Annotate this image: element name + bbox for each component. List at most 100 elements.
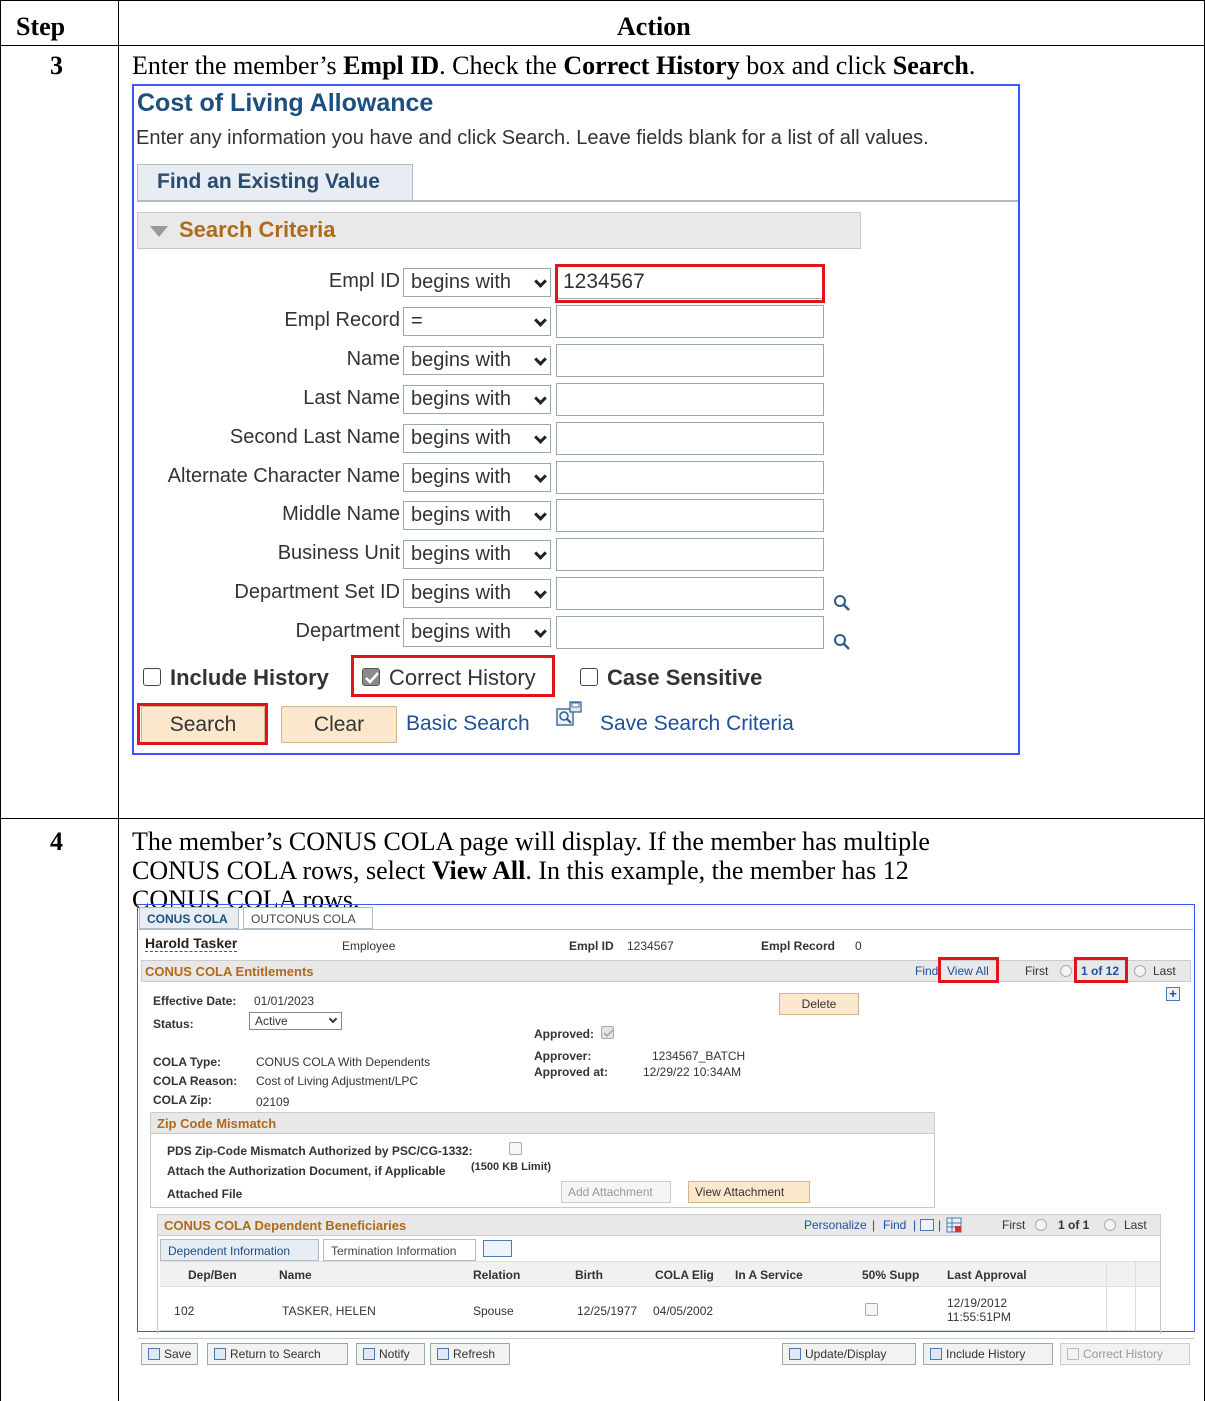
lookup-icon[interactable] [833, 633, 850, 650]
operator-select-value: begins with [411, 621, 512, 643]
next-arrow-icon[interactable] [1134, 965, 1146, 977]
highlight-row-count [1074, 957, 1128, 983]
step-number: 3 [50, 51, 63, 80]
field-input[interactable] [556, 577, 824, 610]
grid-find-link[interactable]: Find [883, 1218, 906, 1232]
grid-next-arrow-icon[interactable] [1104, 1219, 1116, 1231]
grid-row-count: 1 of 1 [1058, 1218, 1090, 1232]
grid-prev-arrow-icon[interactable] [1035, 1219, 1047, 1231]
highlight-correct-history [351, 655, 555, 697]
find-link[interactable]: Find [915, 964, 938, 978]
show-all-columns-icon[interactable] [483, 1240, 512, 1257]
field-input[interactable] [556, 422, 824, 455]
tab-find-existing-value[interactable]: Find an Existing Value [137, 164, 413, 201]
operator-select[interactable]: begins with [403, 579, 551, 608]
tab-dependent-information[interactable]: Dependent Information [160, 1239, 319, 1261]
clear-button[interactable]: Clear [281, 706, 397, 743]
table-border-left [0, 0, 1, 1401]
include-history-label: Include History [946, 1347, 1026, 1361]
field-label: Name [346, 348, 400, 370]
cola-type-value: CONUS COLA With Dependents [256, 1055, 431, 1069]
correct-history-icon [1067, 1348, 1079, 1360]
field-input[interactable] [556, 616, 824, 649]
refresh-button[interactable]: Refresh [430, 1343, 510, 1365]
table-border-top [0, 0, 1205, 1]
pds-mismatch-checkbox[interactable] [509, 1142, 522, 1155]
checkmark-icon [603, 1029, 614, 1038]
field-input[interactable] [556, 538, 824, 571]
notify-button[interactable]: Notify [356, 1343, 425, 1365]
effective-date-label: Effective Date: [153, 994, 237, 1008]
chevron-down-icon [534, 586, 547, 599]
status-select[interactable]: Active [249, 1012, 342, 1030]
tab-underline [137, 200, 1018, 202]
last-link[interactable]: Last [1153, 964, 1176, 978]
dependents-title: CONUS COLA Dependent Beneficiaries [164, 1218, 407, 1233]
download-excel-icon[interactable] [946, 1217, 962, 1233]
operator-select[interactable]: begins with [403, 540, 551, 569]
return-to-search-button[interactable]: Return to Search [207, 1343, 348, 1365]
operator-select[interactable]: begins with [403, 463, 551, 492]
field-label: Empl ID [328, 270, 400, 292]
include-history-button[interactable]: Include History [923, 1343, 1053, 1365]
operator-select[interactable]: begins with [403, 618, 551, 647]
effective-date-value: 01/01/2023 [254, 994, 315, 1008]
prev-arrow-icon[interactable] [1060, 965, 1072, 977]
zoom-icon[interactable] [920, 1219, 934, 1231]
table-divider [0, 45, 1205, 46]
operator-select[interactable]: begins with [403, 268, 551, 297]
grid-separator: | [913, 1218, 917, 1232]
field-input[interactable] [556, 383, 824, 416]
grid-separator: | [938, 1218, 942, 1232]
update-display-label: Update/Display [805, 1347, 887, 1361]
delete-button[interactable]: Delete [779, 993, 859, 1015]
approved-checkbox [601, 1026, 614, 1039]
add-attachment-button[interactable]: Add Attachment [561, 1181, 671, 1203]
highlight-empl-id [555, 264, 825, 303]
correct-history-button[interactable]: Correct History [1060, 1343, 1190, 1365]
save-search-icon[interactable] [555, 701, 583, 727]
supp-50-checkbox[interactable] [865, 1303, 878, 1316]
grid-last-link[interactable]: Last [1124, 1218, 1147, 1232]
operator-select[interactable]: = [403, 307, 551, 336]
field-label: Second Last Name [229, 426, 400, 448]
approved-label: Approved: [534, 1027, 594, 1041]
basic-search-link[interactable]: Basic Search [406, 712, 530, 736]
highlight-view-all [938, 957, 999, 983]
chevron-down-icon [534, 508, 547, 521]
add-row-icon[interactable]: + [1166, 987, 1180, 1001]
return-label: Return to Search [230, 1347, 321, 1361]
tab-outconus-cola[interactable]: OUTCONUS COLA [243, 907, 373, 929]
employee-name[interactable]: Harold Tasker [145, 935, 238, 952]
col-in-a-service: In A Service [735, 1268, 803, 1282]
operator-select-value: begins with [411, 271, 512, 293]
case-sensitive-checkbox[interactable] [580, 668, 598, 686]
status-label: Status: [153, 1017, 194, 1031]
include-history-checkbox[interactable] [143, 668, 161, 686]
search-criteria-header[interactable]: Search Criteria [137, 212, 861, 249]
tab-termination-information[interactable]: Termination Information [323, 1239, 476, 1261]
lookup-icon[interactable] [833, 594, 850, 611]
operator-select[interactable]: begins with [403, 424, 551, 453]
grid-first-link[interactable]: First [1002, 1218, 1025, 1232]
field-input[interactable] [556, 305, 824, 338]
save-search-criteria-link[interactable]: Save Search Criteria [600, 712, 794, 736]
return-icon [214, 1348, 226, 1360]
cola-zip-label: COLA Zip: [153, 1093, 212, 1107]
tab-conus-cola[interactable]: CONUS COLA [139, 907, 239, 929]
save-button[interactable]: Save [141, 1343, 198, 1365]
operator-select[interactable]: begins with [403, 501, 551, 530]
field-input[interactable] [556, 499, 824, 532]
field-input[interactable] [556, 461, 824, 494]
update-display-button[interactable]: Update/Display [782, 1343, 916, 1365]
first-link[interactable]: First [1025, 964, 1048, 978]
field-input[interactable] [556, 344, 824, 377]
operator-select[interactable]: begins with [403, 346, 551, 375]
field-label: Middle Name [282, 503, 400, 525]
view-attachment-button[interactable]: View Attachment [688, 1181, 810, 1203]
pds-mismatch-label: PDS Zip-Code Mismatch Authorized by PSC/… [167, 1144, 473, 1158]
field-label: Alternate Character Name [167, 465, 400, 487]
toolbar-divider [138, 1338, 1194, 1339]
operator-select[interactable]: begins with [403, 385, 551, 414]
personalize-link[interactable]: Personalize [804, 1218, 867, 1232]
